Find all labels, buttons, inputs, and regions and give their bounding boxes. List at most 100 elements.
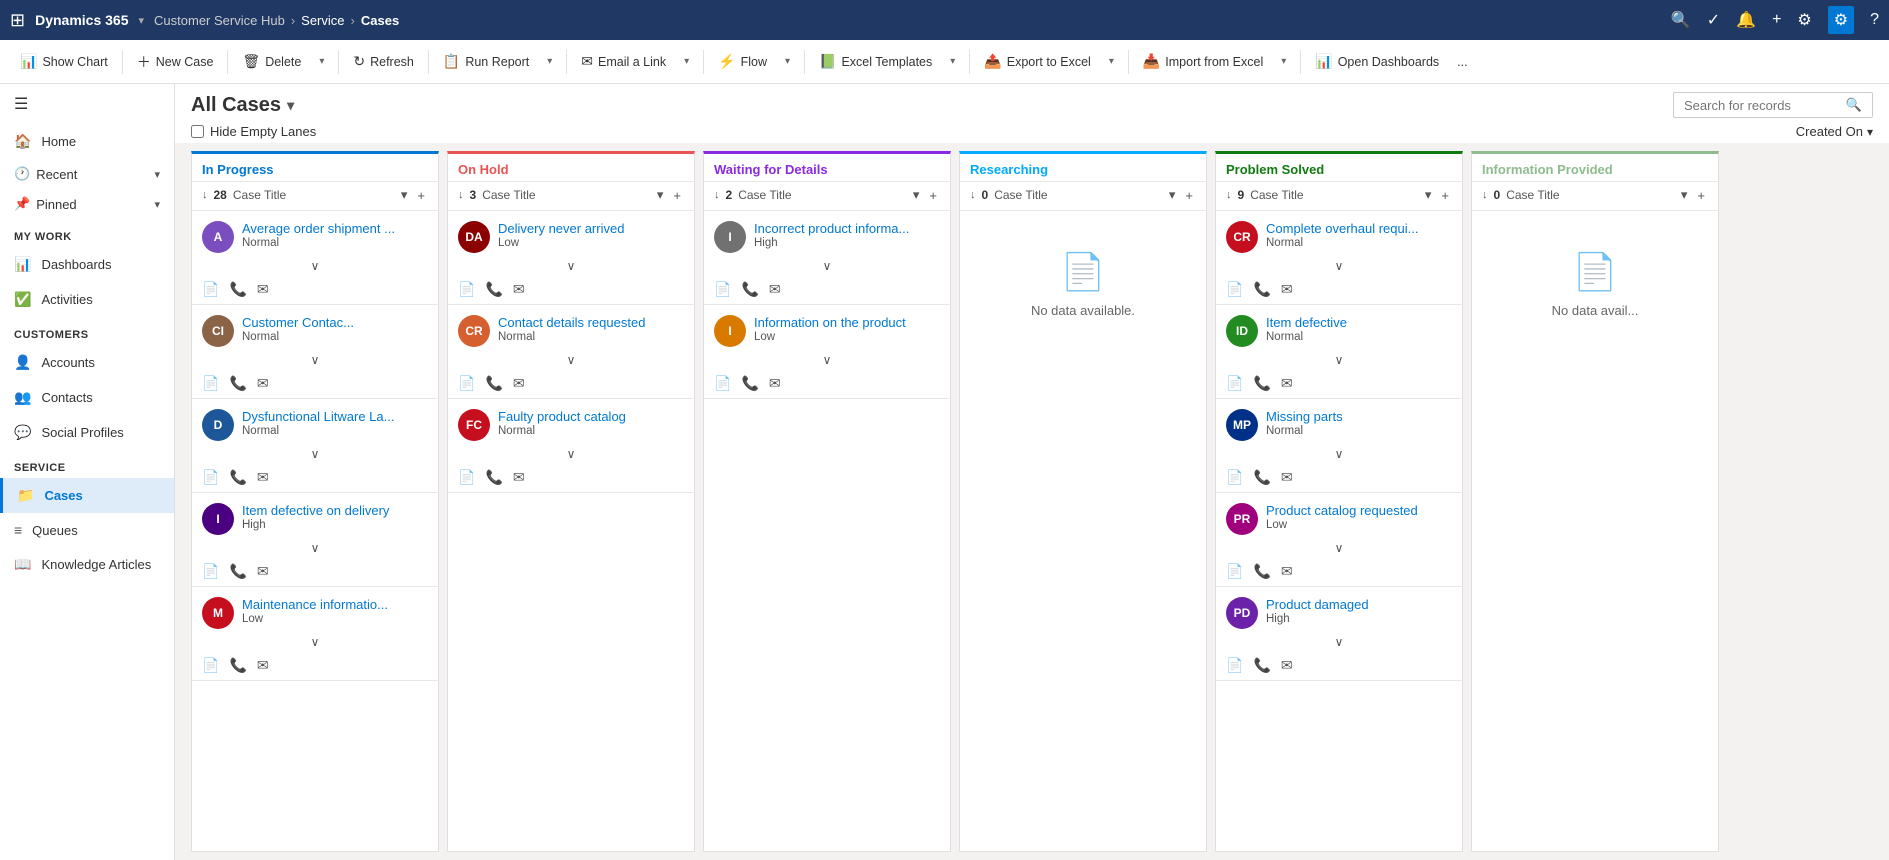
breadcrumb-hub[interactable]: Customer Service Hub	[154, 13, 285, 28]
settings-icon[interactable]: ⚙	[1828, 6, 1854, 34]
card-expand-problem-solved-2[interactable]: ∨	[1226, 445, 1452, 463]
card-expand-problem-solved-1[interactable]: ∨	[1226, 351, 1452, 369]
apps-grid-icon[interactable]: ⊞	[10, 10, 25, 31]
card-email-icon-on-hold-2[interactable]: ✉	[513, 469, 525, 486]
card-phone-icon-problem-solved-3[interactable]: 📞	[1253, 563, 1270, 580]
card-phone-icon-problem-solved-2[interactable]: 📞	[1253, 469, 1270, 486]
help-icon[interactable]: ?	[1870, 11, 1879, 29]
card-problem-solved-4[interactable]: PD Product damaged High ∨ 📄 📞 ✉	[1216, 587, 1462, 681]
col-sort-btn-info-provided[interactable]: ▾	[1678, 186, 1691, 204]
card-on-hold-2[interactable]: FC Faulty product catalog Normal ∨ 📄 📞 ✉	[448, 399, 694, 493]
sidebar-item-activities[interactable]: ✅ Activities	[0, 282, 174, 317]
card-expand-in-progress-2[interactable]: ∨	[202, 445, 428, 463]
card-file-icon-on-hold-0[interactable]: 📄	[458, 281, 475, 298]
sidebar-item-cases[interactable]: 📁 Cases	[0, 478, 174, 513]
col-sort-btn-in-progress[interactable]: ▾	[398, 186, 411, 204]
card-file-icon-waiting-1[interactable]: 📄	[714, 375, 731, 392]
sort-icon-researching[interactable]: ↓	[970, 189, 976, 201]
app-name[interactable]: Dynamics 365	[35, 12, 128, 28]
card-phone-icon-in-progress-0[interactable]: 📞	[229, 281, 246, 298]
card-expand-problem-solved-4[interactable]: ∨	[1226, 633, 1452, 651]
created-on-filter[interactable]: Created On ▾	[1796, 124, 1873, 139]
app-name-arrow[interactable]: ▾	[139, 14, 145, 27]
breadcrumb-service[interactable]: Service	[301, 13, 344, 28]
card-email-icon-problem-solved-2[interactable]: ✉	[1281, 469, 1293, 486]
card-phone-icon-on-hold-0[interactable]: 📞	[485, 281, 502, 298]
card-email-icon-problem-solved-0[interactable]: ✉	[1281, 281, 1293, 298]
card-expand-in-progress-1[interactable]: ∨	[202, 351, 428, 369]
sidebar-item-recent[interactable]: 🕐 Recent ▾	[0, 159, 174, 189]
hide-empty-lanes-label[interactable]: Hide Empty Lanes	[191, 124, 316, 139]
checkmark-icon[interactable]: ✓	[1707, 10, 1720, 30]
card-title-in-progress-2[interactable]: Dysfunctional Litware La...	[242, 409, 428, 424]
sidebar-item-home[interactable]: 🏠 Home	[0, 124, 174, 159]
card-phone-icon-in-progress-4[interactable]: 📞	[229, 657, 246, 674]
plus-icon[interactable]: +	[1772, 11, 1781, 29]
sort-icon-problem-solved[interactable]: ↓	[1226, 189, 1232, 201]
col-add-btn-info-provided[interactable]: +	[1694, 186, 1708, 204]
card-email-icon-waiting-1[interactable]: ✉	[769, 375, 781, 392]
card-email-icon-in-progress-0[interactable]: ✉	[257, 281, 269, 298]
card-in-progress-2[interactable]: D Dysfunctional Litware La... Normal ∨ 📄…	[192, 399, 438, 493]
card-email-icon-on-hold-0[interactable]: ✉	[513, 281, 525, 298]
col-add-btn-in-progress[interactable]: +	[414, 186, 428, 204]
card-title-in-progress-1[interactable]: Customer Contac...	[242, 315, 428, 330]
search-box[interactable]: 🔍	[1673, 92, 1873, 118]
export-excel-dropdown[interactable]: ▾	[1101, 52, 1122, 71]
card-phone-icon-on-hold-2[interactable]: 📞	[485, 469, 502, 486]
email-link-button[interactable]: ✉ Email a Link	[573, 49, 674, 74]
card-email-icon-in-progress-2[interactable]: ✉	[257, 469, 269, 486]
show-chart-button[interactable]: 📊 Show Chart	[12, 49, 116, 74]
sidebar-item-accounts[interactable]: 👤 Accounts	[0, 345, 174, 380]
card-expand-waiting-1[interactable]: ∨	[714, 351, 940, 369]
breadcrumb-cases[interactable]: Cases	[361, 13, 399, 28]
card-title-problem-solved-4[interactable]: Product damaged	[1266, 597, 1452, 612]
card-title-waiting-1[interactable]: Information on the product	[754, 315, 940, 330]
card-expand-in-progress-4[interactable]: ∨	[202, 633, 428, 651]
card-title-on-hold-1[interactable]: Contact details requested	[498, 315, 684, 330]
sidebar-item-queues[interactable]: ≡ Queues	[0, 513, 174, 547]
col-add-btn-problem-solved[interactable]: +	[1438, 186, 1452, 204]
card-expand-waiting-0[interactable]: ∨	[714, 257, 940, 275]
card-phone-icon-in-progress-3[interactable]: 📞	[229, 563, 246, 580]
card-title-problem-solved-2[interactable]: Missing parts	[1266, 409, 1452, 424]
card-on-hold-0[interactable]: DA Delivery never arrived Low ∨ 📄 📞 ✉	[448, 211, 694, 305]
card-title-in-progress-0[interactable]: Average order shipment ...	[242, 221, 428, 236]
export-excel-button[interactable]: 📤 Export to Excel	[976, 49, 1099, 74]
card-file-icon-problem-solved-0[interactable]: 📄	[1226, 281, 1243, 298]
card-email-icon-waiting-0[interactable]: ✉	[769, 281, 781, 298]
card-phone-icon-waiting-0[interactable]: 📞	[741, 281, 758, 298]
card-expand-problem-solved-3[interactable]: ∨	[1226, 539, 1452, 557]
run-report-dropdown[interactable]: ▾	[539, 52, 560, 71]
card-phone-icon-in-progress-2[interactable]: 📞	[229, 469, 246, 486]
delete-button[interactable]: 🗑 Delete	[234, 49, 309, 74]
card-email-icon-problem-solved-4[interactable]: ✉	[1281, 657, 1293, 674]
col-add-btn-researching[interactable]: +	[1182, 186, 1196, 204]
new-case-button[interactable]: ＋ New Case	[129, 48, 222, 76]
card-file-icon-problem-solved-3[interactable]: 📄	[1226, 563, 1243, 580]
sort-icon-waiting[interactable]: ↓	[714, 189, 720, 201]
created-on-chevron[interactable]: ▾	[1867, 125, 1873, 139]
import-excel-dropdown[interactable]: ▾	[1273, 52, 1294, 71]
card-email-icon-in-progress-3[interactable]: ✉	[257, 563, 269, 580]
run-report-button[interactable]: 📋 Run Report	[435, 49, 537, 74]
card-phone-icon-problem-solved-4[interactable]: 📞	[1253, 657, 1270, 674]
card-expand-on-hold-0[interactable]: ∨	[458, 257, 684, 275]
card-on-hold-1[interactable]: CR Contact details requested Normal ∨ 📄 …	[448, 305, 694, 399]
sidebar-item-knowledge[interactable]: 📖 Knowledge Articles	[0, 547, 174, 582]
card-file-icon-problem-solved-4[interactable]: 📄	[1226, 657, 1243, 674]
card-title-problem-solved-3[interactable]: Product catalog requested	[1266, 503, 1452, 518]
col-add-btn-waiting[interactable]: +	[926, 186, 940, 204]
card-file-icon-in-progress-2[interactable]: 📄	[202, 469, 219, 486]
card-expand-problem-solved-0[interactable]: ∨	[1226, 257, 1452, 275]
card-email-icon-problem-solved-3[interactable]: ✉	[1281, 563, 1293, 580]
col-sort-btn-on-hold[interactable]: ▾	[654, 186, 667, 204]
card-phone-icon-in-progress-1[interactable]: 📞	[229, 375, 246, 392]
sidebar-item-pinned[interactable]: 📌 Pinned ▾	[0, 189, 174, 219]
card-file-icon-problem-solved-1[interactable]: 📄	[1226, 375, 1243, 392]
card-title-in-progress-3[interactable]: Item defective on delivery	[242, 503, 428, 518]
refresh-button[interactable]: ↻ Refresh	[345, 49, 422, 74]
flow-dropdown[interactable]: ▾	[777, 52, 798, 71]
sort-icon-in-progress[interactable]: ↓	[202, 189, 208, 201]
card-file-icon-in-progress-4[interactable]: 📄	[202, 657, 219, 674]
